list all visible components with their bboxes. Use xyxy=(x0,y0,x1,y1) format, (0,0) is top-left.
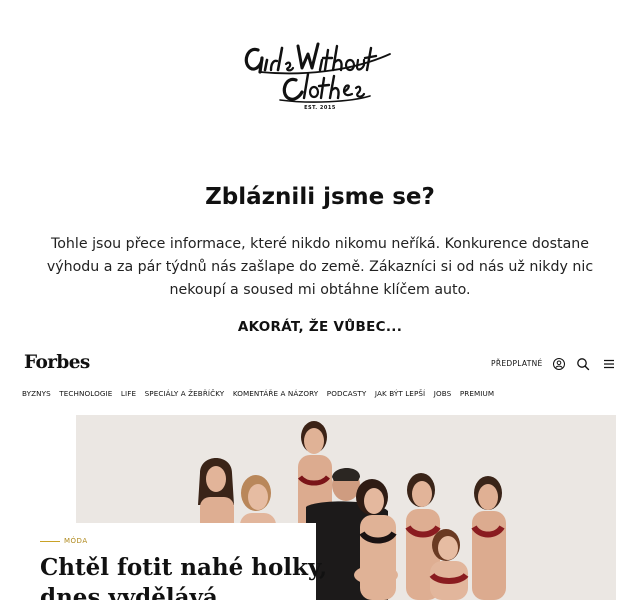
nav-item-byznys[interactable]: BYZNYS xyxy=(22,389,51,398)
category-rule xyxy=(40,541,60,542)
cta-text: AKORÁT, ŽE VŮBEC... xyxy=(237,319,403,335)
nav-item-specialy[interactable]: SPECIÁLY A ŽEBŘÍČKY xyxy=(145,389,225,398)
article-title[interactable]: Chtěl fotit nahé holky, dnes vydělává xyxy=(40,553,330,600)
nav-item-technologie[interactable]: TECHNOLOGIE xyxy=(59,389,112,398)
nav-item-komentare[interactable]: KOMENTÁŘE A NÁZORY xyxy=(233,389,318,398)
article-card[interactable]: MÓDA Chtěl fotit nahé holky, dnes vydělá… xyxy=(24,523,327,600)
forbes-header: Forbes PŘEDPLATNÉ xyxy=(0,352,640,378)
brand-logo[interactable]: EST. 2015 xyxy=(0,32,640,112)
user-icon[interactable] xyxy=(552,357,566,371)
nav-item-podcasty[interactable]: PODCASTY xyxy=(327,389,367,398)
page-headline: Zbláznili jsme se? xyxy=(205,184,435,210)
search-icon[interactable] xyxy=(576,357,590,371)
nav-item-premium[interactable]: PREMIUM xyxy=(460,389,494,398)
logo-est-text: EST. 2015 xyxy=(304,105,336,111)
subscribe-link[interactable]: PŘEDPLATNÉ xyxy=(491,359,543,368)
girls-without-clothes-logo: EST. 2015 xyxy=(244,42,391,111)
forbes-logo[interactable]: Forbes xyxy=(24,352,90,373)
nav-item-jobs[interactable]: JOBS xyxy=(434,389,452,398)
intro-paragraph: Tohle jsou přece informace, které nikdo … xyxy=(46,236,594,298)
article-category[interactable]: MÓDA xyxy=(64,537,88,545)
forbes-nav: BYZNYS TECHNOLOGIE LIFE SPECIÁLY A ŽEBŘÍ… xyxy=(22,389,503,398)
nav-item-life[interactable]: LIFE xyxy=(121,389,136,398)
nav-item-jak-byt-lepsi[interactable]: JAK BÝT LEPŠÍ xyxy=(375,389,425,398)
menu-icon[interactable] xyxy=(602,357,616,371)
